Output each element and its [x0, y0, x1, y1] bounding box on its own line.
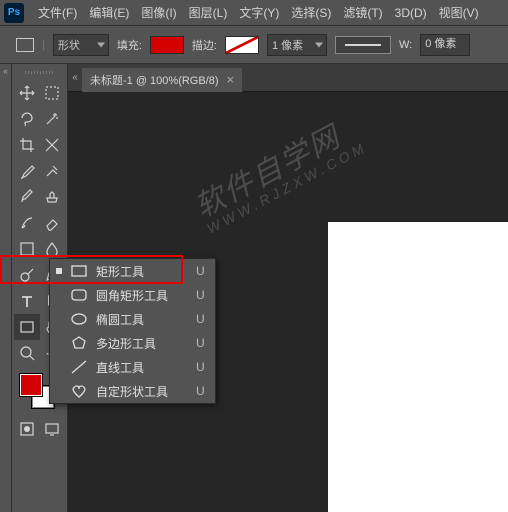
stroke-label: 描边:	[192, 37, 217, 53]
flyout-label: 自定形状工具	[96, 383, 168, 400]
healing-brush-tool[interactable]	[40, 158, 66, 184]
menu-select[interactable]: 选择(S)	[285, 4, 337, 21]
roundrect-icon	[70, 288, 88, 302]
stroke-color-swatch[interactable]	[225, 36, 259, 54]
fill-color-swatch[interactable]	[150, 36, 184, 54]
flyout-label: 直线工具	[96, 359, 168, 376]
flyout-label: 矩形工具	[96, 263, 168, 280]
width-label: W:	[399, 39, 412, 51]
stroke-style-dropdown[interactable]	[335, 36, 391, 54]
type-tool[interactable]	[14, 288, 40, 314]
custom-icon	[70, 384, 88, 398]
flyout-item-line[interactable]: 直线工具 U	[50, 355, 215, 379]
magic-wand-tool[interactable]	[40, 106, 66, 132]
eraser-tool[interactable]	[40, 210, 66, 236]
brush-tool[interactable]	[14, 184, 40, 210]
ellipse-icon	[70, 312, 88, 326]
menu-filter[interactable]: 滤镜(T)	[337, 4, 388, 21]
move-tool[interactable]	[14, 80, 40, 106]
flyout-shortcut: U	[196, 312, 205, 326]
flyout-label: 圆角矩形工具	[96, 287, 168, 304]
marquee-tool[interactable]	[40, 80, 66, 106]
menu-file[interactable]: 文件(F)	[32, 4, 83, 21]
tool-mode-dropdown[interactable]: 形状	[53, 34, 109, 56]
flyout-shortcut: U	[196, 288, 205, 302]
screen-mode-toggle[interactable]	[40, 416, 66, 442]
document-tab[interactable]: 未标题-1 @ 100%(RGB/8) ×	[82, 68, 242, 92]
tab-handle[interactable]: «	[68, 64, 82, 92]
lasso-tool[interactable]	[14, 106, 40, 132]
flyout-shortcut: U	[196, 360, 205, 374]
zoom-tool[interactable]	[14, 340, 40, 366]
flyout-label: 多边形工具	[96, 335, 168, 352]
shape-tool-flyout: 矩形工具 U 圆角矩形工具 U 椭圆工具 U 多边形工具 U 直线工具 U 自定形状工具 U	[49, 258, 216, 404]
artboard[interactable]	[328, 222, 508, 512]
rect-icon	[70, 264, 88, 278]
divider: |	[42, 39, 45, 51]
document-title: 未标题-1 @ 100%(RGB/8)	[90, 72, 219, 88]
quick-mask-toggle[interactable]	[14, 416, 40, 442]
flyout-shortcut: U	[196, 384, 205, 398]
dodge-tool[interactable]	[14, 262, 40, 288]
eyedropper-tool[interactable]	[14, 158, 40, 184]
clone-stamp-tool[interactable]	[40, 184, 66, 210]
crop-tool[interactable]	[14, 132, 40, 158]
line-icon	[70, 360, 88, 374]
history-brush-tool[interactable]	[14, 210, 40, 236]
toolbox-grip[interactable]	[14, 68, 65, 76]
menu-edit[interactable]: 编辑(E)	[83, 4, 135, 21]
flyout-item-ellipse[interactable]: 椭圆工具 U	[50, 307, 215, 331]
polygon-icon	[70, 336, 88, 350]
menu-3d[interactable]: 3D(D)	[389, 6, 433, 20]
fill-label: 填充:	[117, 37, 142, 53]
menu-image[interactable]: 图像(I)	[135, 4, 182, 21]
app-logo: Ps	[4, 3, 24, 23]
stroke-width-dropdown[interactable]: 1 像素	[267, 34, 327, 56]
flyout-shortcut: U	[196, 264, 205, 278]
selected-dot-icon	[56, 268, 62, 274]
gradient-tool[interactable]	[14, 236, 40, 262]
watermark: 软件自学网 WWW.RJZXW.COM	[185, 103, 370, 237]
flyout-item-custom[interactable]: 自定形状工具 U	[50, 379, 215, 403]
menu-view[interactable]: 视图(V)	[433, 4, 485, 21]
foreground-color[interactable]	[20, 374, 42, 396]
document-tab-bar: « 未标题-1 @ 100%(RGB/8) ×	[68, 64, 508, 92]
rectangle-tool[interactable]	[14, 314, 40, 340]
options-bar: | 形状 填充: 描边: 1 像素 W: 0 像素	[0, 26, 508, 64]
slice-tool[interactable]	[40, 132, 66, 158]
width-input[interactable]: 0 像素	[420, 34, 470, 56]
flyout-item-roundrect[interactable]: 圆角矩形工具 U	[50, 283, 215, 307]
flyout-item-polygon[interactable]: 多边形工具 U	[50, 331, 215, 355]
flyout-label: 椭圆工具	[96, 311, 168, 328]
flyout-item-rect[interactable]: 矩形工具 U	[50, 259, 215, 283]
close-tab-button[interactable]: ×	[227, 72, 235, 87]
menu-type[interactable]: 文字(Y)	[233, 4, 285, 21]
flyout-shortcut: U	[196, 336, 205, 350]
menu-layer[interactable]: 图层(L)	[183, 4, 234, 21]
menu-bar: Ps 文件(F) 编辑(E) 图像(I) 图层(L) 文字(Y) 选择(S) 滤…	[0, 0, 508, 26]
shape-preview-icon[interactable]	[16, 38, 34, 52]
panel-gutter[interactable]: «	[0, 64, 12, 512]
